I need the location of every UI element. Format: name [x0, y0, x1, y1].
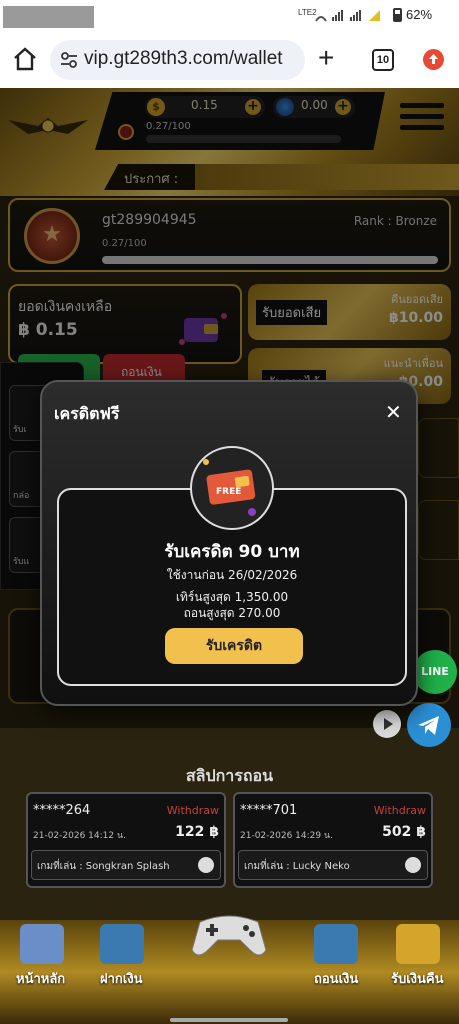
wallet-page: $ 0.15 + 0.00 + 0.27/100 ประกาศ : ★ gt28…	[0, 88, 459, 920]
battery-icon	[393, 8, 402, 22]
credit-expiry: ใช้งานก่อน 26/02/2026	[166, 568, 298, 582]
slip-user: *****264	[33, 803, 91, 818]
slip-user: *****701	[240, 803, 298, 818]
play-icon[interactable]	[405, 857, 421, 873]
update-icon[interactable]	[423, 49, 444, 70]
withdraw-nav-icon	[314, 924, 358, 964]
home-nav-icon	[20, 924, 64, 964]
cashback-nav-icon	[396, 924, 440, 964]
deposit-nav-icon	[100, 924, 144, 964]
status-bar: LTE2 62%	[0, 0, 459, 32]
credit-title: รับเครดิต 90 บาท	[164, 542, 300, 562]
slip-game-label: เกมที่เล่น : Songkran Splash	[37, 861, 170, 872]
withdraw-slips-title: สลิปการถอน	[185, 766, 274, 785]
free-badge-text: FREE	[216, 487, 241, 497]
bottom-nav: หน้าหลัก ฝากเงิน ถอนเงิน รับเงินคืน	[0, 915, 459, 1024]
battery-percent: 62%	[406, 7, 433, 22]
address-bar[interactable]: vip.gt289th3.com/wallet	[50, 40, 305, 80]
telegram-button[interactable]	[407, 703, 451, 747]
modal-title: เครดิตฟรี	[54, 404, 120, 423]
slip-type: Withdraw	[166, 804, 219, 817]
play-icon[interactable]	[373, 710, 401, 738]
claim-credit-button[interactable]: รับเครดิต	[165, 628, 303, 664]
line-chat-button[interactable]: LINE	[413, 650, 457, 694]
withdraw-slip: *****701 Withdraw 21-02-2026 14:29 น. 50…	[233, 792, 433, 888]
nav-withdraw[interactable]: ถอนเงิน	[314, 968, 358, 989]
nav-cashback[interactable]: รับเงินคืน	[391, 968, 444, 989]
url-text: vip.gt289th3.com/wallet	[84, 48, 283, 69]
free-credit-badge: FREE	[190, 446, 274, 530]
nav-home[interactable]: หน้าหลัก	[16, 968, 65, 989]
withdraw-slip: *****264 Withdraw 21-02-2026 14:12 น. 12…	[26, 792, 226, 888]
slip-type: Withdraw	[373, 804, 426, 817]
home-icon[interactable]	[12, 46, 38, 72]
status-time-redacted	[3, 6, 94, 28]
slip-game[interactable]: เกมที่เล่น : Lucky Neko	[238, 850, 428, 880]
slip-game[interactable]: เกมที่เล่น : Songkran Splash	[31, 850, 221, 880]
play-icon[interactable]	[198, 857, 214, 873]
slip-datetime: 21-02-2026 14:29 น.	[240, 831, 333, 841]
free-card-icon: FREE	[203, 459, 256, 516]
credit-max-withdraw: ถอนสูงสุด 270.00	[183, 606, 281, 620]
free-credit-modal: เครดิตฟรี ✕ รับเครดิต 90 บาท ใช้งานก่อน …	[40, 380, 418, 706]
close-icon[interactable]: ✕	[385, 402, 402, 422]
new-tab-button[interactable]: +	[318, 44, 334, 72]
slip-datetime: 21-02-2026 14:12 น.	[33, 831, 126, 841]
nav-deposit[interactable]: ฝากเงิน	[100, 968, 142, 989]
tab-switcher-button[interactable]: 10	[372, 49, 394, 71]
slip-amount: 502 ฿	[382, 824, 426, 840]
signal-icon	[315, 10, 380, 22]
slip-amount: 122 ฿	[175, 824, 219, 840]
gesture-bar	[170, 1018, 288, 1022]
game-controller-icon[interactable]	[190, 902, 268, 962]
slip-game-label: เกมที่เล่น : Lucky Neko	[244, 861, 350, 872]
site-settings-icon[interactable]	[60, 51, 78, 69]
browser-toolbar: vip.gt289th3.com/wallet + 10	[0, 32, 459, 88]
